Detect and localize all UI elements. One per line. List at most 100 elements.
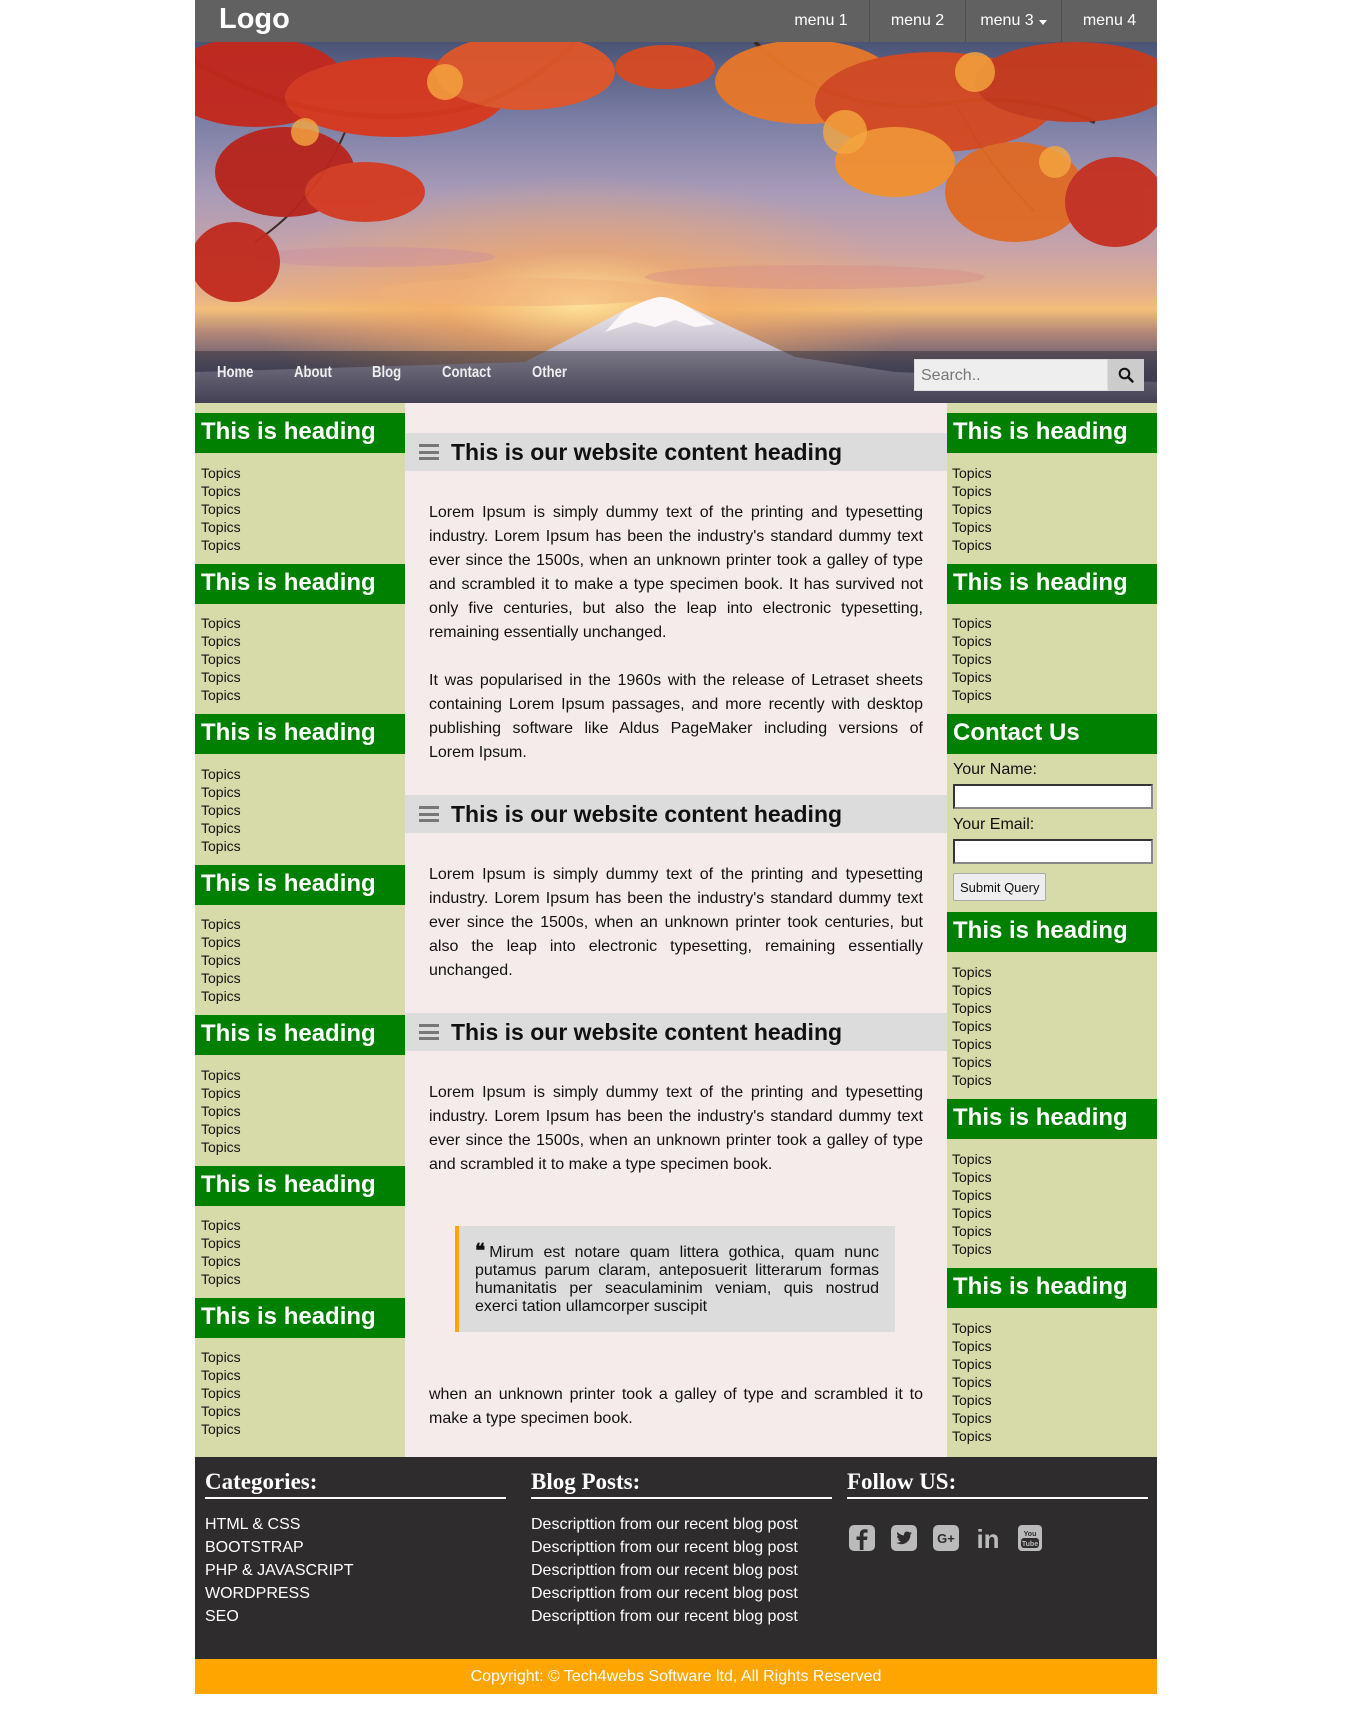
menu-item-3-dropdown[interactable]: menu 3 (965, 0, 1061, 42)
youtube-icon[interactable]: You Tube (1015, 1523, 1045, 1553)
topic-link[interactable]: Topics (952, 650, 992, 668)
logo[interactable]: Logo (219, 1, 290, 37)
topic-link[interactable]: Topics (201, 632, 241, 650)
topic-link[interactable]: Topics (201, 536, 241, 554)
topic-link[interactable]: Topics (952, 1409, 992, 1427)
topic-link[interactable]: Topics (952, 1071, 992, 1089)
topic-link[interactable]: Topics (201, 650, 241, 668)
topic-link[interactable]: Topics (952, 1222, 992, 1240)
topic-link[interactable]: Topics (952, 1168, 992, 1186)
linkedin-icon[interactable]: in (973, 1523, 1003, 1553)
nav-link-other[interactable]: Other (532, 364, 567, 382)
topic-link[interactable]: Topics (201, 668, 241, 686)
category-link[interactable]: BOOTSTRAP (205, 1536, 506, 1559)
topic-link[interactable]: Topics (201, 614, 241, 632)
topic-link[interactable]: Topics (952, 614, 992, 632)
topic-link[interactable]: Topics (201, 837, 241, 855)
topic-link[interactable]: Topics (952, 999, 992, 1017)
topic-link[interactable]: Topics (201, 1084, 241, 1102)
topic-link[interactable]: Topics (201, 819, 241, 837)
blog-post-link[interactable]: Descripttion from our recent blog post (531, 1582, 832, 1605)
topic-link[interactable]: Topics (201, 1102, 241, 1120)
email-label: Your Email: (953, 816, 1035, 833)
email-field[interactable] (953, 839, 1153, 864)
topic-link[interactable]: Topics (201, 464, 241, 482)
blog-post-link[interactable]: Descripttion from our recent blog post (531, 1605, 832, 1628)
nav-link-about[interactable]: About (294, 364, 332, 382)
nav-link-home[interactable]: Home (217, 364, 253, 382)
topic-link[interactable]: Topics (201, 915, 241, 933)
topic-link[interactable]: Topics (201, 518, 241, 536)
topic-link[interactable]: Topics (201, 1348, 241, 1366)
topic-link[interactable]: Topics (952, 963, 992, 981)
topic-link[interactable]: Topics (952, 500, 992, 518)
topic-link[interactable]: Topics (952, 1150, 992, 1168)
topic-link[interactable]: Topics (201, 1216, 241, 1234)
topic-link[interactable]: Topics (952, 464, 992, 482)
menu-item-2[interactable]: menu 2 (869, 0, 965, 42)
content-paragraph: Lorem Ipsum is simply dummy text of the … (429, 1084, 923, 1173)
topic-link[interactable]: Topics (201, 801, 241, 819)
name-field[interactable] (953, 784, 1153, 809)
topic-link[interactable]: Topics (952, 1240, 992, 1258)
menu-item-4[interactable]: menu 4 (1061, 0, 1157, 42)
topic-link[interactable]: Topics (952, 518, 992, 536)
topic-link[interactable]: Topics (952, 1391, 992, 1409)
topic-link[interactable]: Topics (201, 987, 241, 1005)
nav-link-blog[interactable]: Blog (372, 364, 401, 382)
category-link[interactable]: SEO (205, 1605, 506, 1628)
topic-link[interactable]: Topics (201, 1252, 241, 1270)
topic-link[interactable]: Topics (952, 686, 992, 704)
topic-link[interactable]: Topics (201, 969, 241, 987)
topic-link[interactable]: Topics (952, 1337, 992, 1355)
topic-link[interactable]: Topics (952, 482, 992, 500)
blog-post-link[interactable]: Descripttion from our recent blog post (531, 1536, 832, 1559)
blog-post-link[interactable]: Descripttion from our recent blog post (531, 1513, 832, 1536)
hamburger-icon (419, 1024, 439, 1040)
submit-button[interactable]: Submit Query (953, 873, 1047, 901)
topic-link[interactable]: Topics (952, 632, 992, 650)
topic-link[interactable]: Topics (201, 482, 241, 500)
topic-link[interactable]: Topics (952, 1427, 992, 1445)
topics-list: Topics Topics Topics Topics Topics (201, 765, 241, 855)
topic-link[interactable]: Topics (952, 1204, 992, 1222)
topic-link[interactable]: Topics (952, 536, 992, 554)
follow-title: Follow US: (847, 1467, 1148, 1499)
topic-link[interactable]: Topics (201, 783, 241, 801)
topic-link[interactable]: Topics (201, 686, 241, 704)
search-input[interactable] (915, 360, 1109, 392)
topic-link[interactable]: Topics (952, 1355, 992, 1373)
topic-link[interactable]: Topics (201, 1402, 241, 1420)
topic-link[interactable]: Topics (201, 1138, 241, 1156)
menu-item-1[interactable]: menu 1 (773, 0, 869, 42)
topic-link[interactable]: Topics (201, 1120, 241, 1138)
twitter-icon[interactable] (889, 1523, 919, 1553)
topic-link[interactable]: Topics (201, 1270, 241, 1288)
topic-link[interactable]: Topics (201, 1420, 241, 1438)
topic-link[interactable]: Topics (952, 668, 992, 686)
topic-link[interactable]: Topics (201, 1066, 241, 1084)
topic-link[interactable]: Topics (201, 765, 241, 783)
category-link[interactable]: WORDPRESS (205, 1582, 506, 1605)
sidebar-heading: This is heading (195, 1166, 405, 1206)
category-link[interactable]: HTML & CSS (205, 1513, 506, 1536)
nav-link-contact[interactable]: Contact (442, 364, 491, 382)
topic-link[interactable]: Topics (201, 1234, 241, 1252)
topic-link[interactable]: Topics (201, 1384, 241, 1402)
topic-link[interactable]: Topics (201, 933, 241, 951)
topic-link[interactable]: Topics (952, 1053, 992, 1071)
facebook-icon[interactable] (847, 1523, 877, 1553)
search-button[interactable] (1108, 359, 1144, 391)
category-link[interactable]: PHP & JAVASCRIPT (205, 1559, 506, 1582)
topic-link[interactable]: Topics (952, 1035, 992, 1053)
topic-link[interactable]: Topics (201, 500, 241, 518)
topic-link[interactable]: Topics (952, 1373, 992, 1391)
topic-link[interactable]: Topics (952, 1319, 992, 1337)
blog-post-link[interactable]: Descripttion from our recent blog post (531, 1559, 832, 1582)
google-plus-icon[interactable]: G+ (931, 1523, 961, 1553)
topic-link[interactable]: Topics (952, 1186, 992, 1204)
topic-link[interactable]: Topics (201, 951, 241, 969)
topic-link[interactable]: Topics (952, 1017, 992, 1035)
topic-link[interactable]: Topics (952, 981, 992, 999)
topic-link[interactable]: Topics (201, 1366, 241, 1384)
